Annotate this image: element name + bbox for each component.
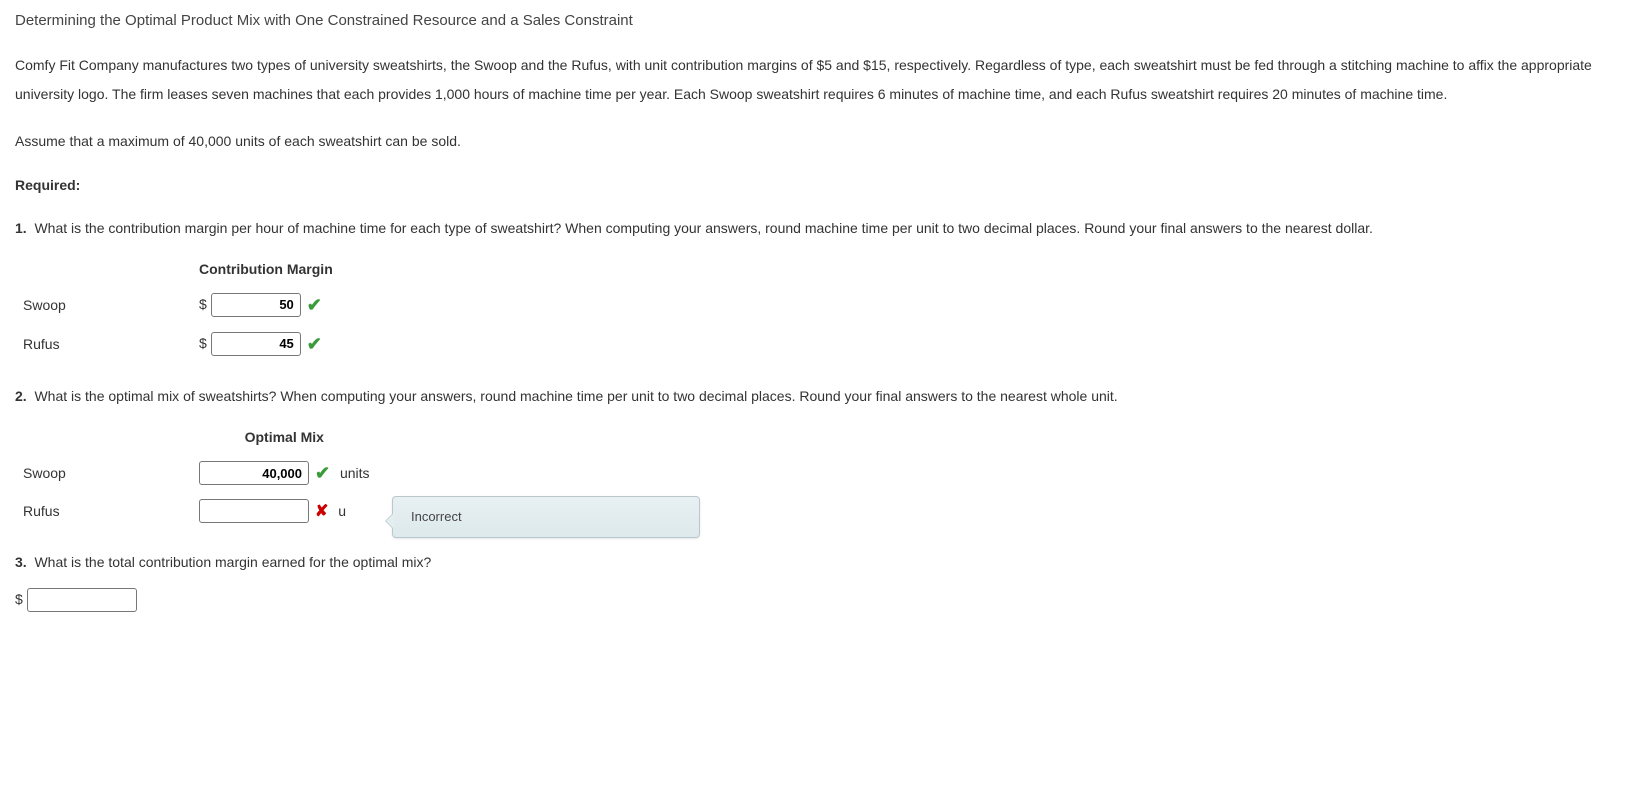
cross-icon: ✘ — [315, 503, 328, 520]
table-row: Rufus $ ✔ — [15, 325, 341, 364]
question-1-text: What is the contribution margin per hour… — [34, 220, 1372, 236]
incorrect-tooltip: Incorrect — [392, 496, 700, 538]
question-3: 3. What is the total contribution margin… — [15, 548, 1624, 577]
row-label-rufus: Rufus — [15, 493, 191, 530]
page-title: Determining the Optimal Product Mix with… — [15, 10, 1624, 33]
swoop-mix-input[interactable] — [199, 461, 309, 485]
contribution-margin-table: Contribution Margin Swoop $ ✔ Rufus $ ✔ — [15, 253, 341, 364]
question-2-number: 2. — [15, 388, 27, 404]
currency-prefix: $ — [199, 296, 207, 312]
units-label: units — [340, 465, 370, 481]
problem-assumption: Assume that a maximum of 40,000 units of… — [15, 127, 1624, 156]
table-row: Swoop $ ✔ — [15, 286, 341, 325]
check-icon: ✔ — [307, 334, 322, 354]
total-cm-input[interactable] — [27, 588, 137, 612]
question-1: 1. What is the contribution margin per h… — [15, 214, 1624, 243]
question-2-text: What is the optimal mix of sweatshirts? … — [34, 388, 1117, 404]
rufus-cm-input[interactable] — [211, 332, 301, 356]
units-label-partial: u — [338, 503, 346, 519]
question-2: 2. What is the optimal mix of sweatshirt… — [15, 382, 1624, 411]
cm-table-header: Contribution Margin — [191, 253, 341, 286]
check-icon: ✔ — [307, 295, 322, 315]
row-label-swoop: Swoop — [15, 454, 191, 493]
optimal-mix-table: Optimal Mix Swoop ✔ units Rufus ✘ u Inco… — [15, 421, 378, 530]
row-label-swoop: Swoop — [15, 286, 191, 325]
rufus-mix-input[interactable] — [199, 499, 309, 523]
required-heading: Required: — [15, 175, 1624, 196]
currency-prefix: $ — [15, 591, 23, 607]
check-icon: ✔ — [315, 463, 330, 483]
currency-prefix: $ — [199, 335, 207, 351]
table-row: Rufus ✘ u Incorrect — [15, 493, 378, 530]
row-label-rufus: Rufus — [15, 325, 191, 364]
question-1-number: 1. — [15, 220, 27, 236]
problem-description: Comfy Fit Company manufactures two types… — [15, 51, 1624, 110]
table-row: Swoop ✔ units — [15, 454, 378, 493]
question-3-text: What is the total contribution margin ea… — [34, 554, 431, 570]
question-3-number: 3. — [15, 554, 27, 570]
swoop-cm-input[interactable] — [211, 293, 301, 317]
om-table-header: Optimal Mix — [191, 421, 378, 454]
